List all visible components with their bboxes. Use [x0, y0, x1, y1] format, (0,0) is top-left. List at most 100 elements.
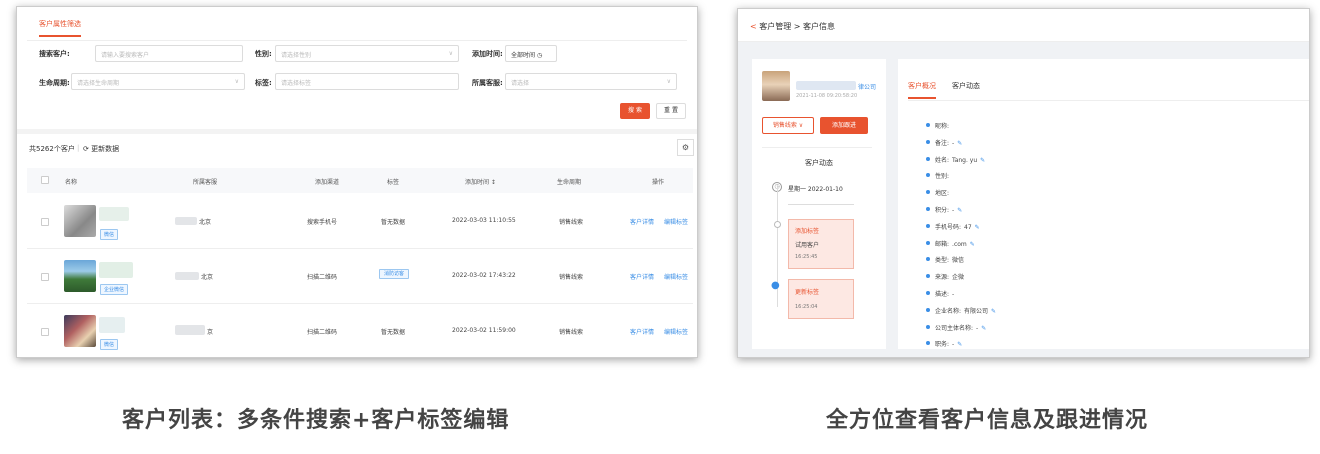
- bullet-icon: [926, 156, 930, 161]
- table-row: 微信 北京 搜索手机号 暂无数据 2022-03-03 11:10:55 销售线…: [27, 195, 693, 249]
- edit-icon[interactable]: ✎: [980, 157, 985, 164]
- bullet-icon: [926, 223, 930, 228]
- edit-icon[interactable]: ✎: [981, 325, 986, 332]
- tab-overview[interactable]: 客户概况: [908, 81, 936, 99]
- divider: |: [77, 144, 80, 152]
- blurred-owner: [175, 325, 205, 335]
- tab-divider: [908, 100, 1309, 101]
- lifecycle-cell: 销售线索: [559, 329, 584, 336]
- time-value: 全部时间: [511, 52, 536, 59]
- time-cell: 2022-03-02 11:59:00: [452, 327, 516, 334]
- row-checkbox[interactable]: [41, 328, 49, 336]
- field-label: 地区:: [935, 190, 950, 198]
- bullet-icon: [926, 123, 930, 127]
- add-follow-up-button[interactable]: 添加跟进: [820, 117, 868, 134]
- customer-detail-link[interactable]: 客户详情: [630, 327, 654, 336]
- blurred-name: [99, 262, 133, 278]
- blurred-owner: [175, 217, 197, 225]
- edit-tag-link[interactable]: 编辑标签: [664, 327, 688, 336]
- source-badge: 微信: [100, 339, 119, 350]
- tag-cell: 消防访客: [379, 269, 410, 279]
- customer-detail-link[interactable]: 客户详情: [630, 217, 654, 226]
- divider: [788, 204, 854, 205]
- blurred-owner: [175, 272, 199, 280]
- time-select[interactable]: 全部时间 ◷: [505, 45, 557, 62]
- tag-cell: 暂无数据: [381, 329, 406, 336]
- blurred-name: [99, 317, 125, 333]
- timeline-date: 星期一 2022-01-10: [788, 186, 843, 193]
- refresh-button[interactable]: ⟳ 更新数据: [83, 144, 119, 154]
- lifecycle-select[interactable]: 请选择生命周期 ∨: [71, 73, 245, 90]
- column-header: 名称: [65, 179, 78, 186]
- lifecycle-cell: 销售线索: [559, 274, 584, 281]
- search-input[interactable]: 请输入要搜索客户: [95, 45, 243, 62]
- settings-button[interactable]: ⚙: [677, 139, 694, 156]
- info-field: 手机号码: 47 ✎: [926, 222, 980, 231]
- field-value: -: [952, 207, 955, 214]
- info-field: 性别:: [926, 171, 952, 180]
- select-all-checkbox[interactable]: [41, 176, 49, 184]
- field-value: -: [952, 291, 955, 298]
- field-label: 类型:: [935, 257, 950, 265]
- tag-placeholder: 请选择标签: [281, 80, 312, 87]
- field-value: .com: [952, 240, 967, 248]
- edit-icon[interactable]: ✎: [991, 308, 996, 315]
- info-field: 备注: - ✎: [926, 138, 962, 147]
- bullet-icon: [926, 324, 930, 329]
- lifecycle-placeholder: 请选择生命周期: [77, 80, 120, 87]
- row-checkbox[interactable]: [41, 273, 49, 281]
- column-header[interactable]: 添加时间 ↕: [465, 177, 496, 186]
- activity-title: 客户动态: [805, 159, 833, 167]
- owner-select[interactable]: 请选择 ∨: [505, 73, 677, 90]
- timeline-dot: [774, 221, 781, 228]
- edit-tag-link[interactable]: 编辑标签: [664, 272, 688, 281]
- avatar: [64, 205, 96, 237]
- chevron-down-icon: ∨: [234, 78, 239, 85]
- stage-dropdown[interactable]: 销售线索 ∨: [762, 117, 814, 134]
- owner-cell: 北京: [199, 219, 212, 226]
- edit-icon[interactable]: ✎: [957, 207, 962, 214]
- edit-icon[interactable]: ✎: [975, 224, 980, 231]
- source-badge: 微信: [100, 229, 119, 240]
- column-header: 操作: [652, 179, 665, 186]
- field-value: 微信: [952, 257, 965, 265]
- tag-select[interactable]: 请选择标签: [275, 73, 459, 90]
- customer-detail-link[interactable]: 客户详情: [630, 272, 654, 281]
- customer-detail-screenshot: < 客户管理 > 客户信息 律公司 2021-11-08 09:20:58:20…: [737, 8, 1310, 358]
- chevron-down-icon: ∨: [448, 50, 453, 57]
- edit-icon[interactable]: ✎: [957, 341, 962, 348]
- row-checkbox[interactable]: [41, 218, 49, 226]
- bullet-icon: [926, 274, 930, 279]
- edit-icon[interactable]: ✎: [970, 241, 975, 248]
- gender-select[interactable]: 请选择性别 ∨: [275, 45, 459, 62]
- back-chevron-icon[interactable]: <: [750, 22, 757, 31]
- bullet-icon: [926, 207, 930, 211]
- info-field: 昵称:: [926, 121, 952, 130]
- tab-activity[interactable]: 客户动态: [952, 81, 980, 91]
- search-button[interactable]: 搜 索: [620, 103, 650, 119]
- event-time: 16:25:04: [795, 304, 818, 310]
- column-header: 生命周期: [557, 179, 582, 186]
- comment-icon: ●: [771, 280, 780, 291]
- tag-label: 标签:: [255, 79, 272, 87]
- field-label: 昵称:: [935, 123, 950, 130]
- column-header: 添加渠道: [315, 179, 340, 186]
- time-cell: 2022-03-03 11:10:55: [452, 217, 516, 224]
- gear-icon: ⚙: [681, 143, 690, 152]
- edit-tag-link[interactable]: 编辑标签: [664, 217, 688, 226]
- reset-button[interactable]: 重 置: [656, 103, 686, 119]
- edit-icon[interactable]: ✎: [957, 140, 962, 147]
- search-label: 搜索客户:: [39, 50, 70, 58]
- field-label: 来源:: [935, 274, 950, 282]
- event-title: 添加标签: [795, 228, 820, 235]
- info-field: 地区:: [926, 188, 952, 197]
- info-field: 类型: 微信: [926, 255, 964, 264]
- section-divider: [17, 129, 697, 134]
- customer-info-panel: 客户概况 客户动态 昵称: 备注: - ✎ 姓名: Tang. yu ✎ 性别: 地区: 积分: -…: [898, 59, 1309, 349]
- tab-customer-filter[interactable]: 客户属性筛选: [39, 19, 81, 37]
- bullet-icon: [926, 307, 930, 312]
- avatar: [64, 315, 96, 347]
- owner-cell: 北京: [201, 274, 214, 281]
- table-header: 名称 所属客服 添加渠道 标签 添加时间 ↕ 生命周期 操作: [27, 168, 693, 193]
- field-label: 积分:: [935, 207, 950, 214]
